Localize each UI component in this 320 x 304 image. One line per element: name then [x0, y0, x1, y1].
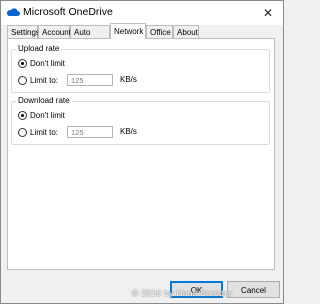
upload-rate-input[interactable]: 125 — [67, 74, 113, 86]
tab-auto-save[interactable]: Auto Save — [70, 25, 110, 50]
onedrive-cloud-icon — [6, 8, 20, 16]
cancel-button[interactable]: Cancel — [227, 281, 280, 298]
download-rate-unit: KB/s — [120, 127, 137, 136]
title-bar: Microsoft OneDrive ✕ — [1, 1, 283, 25]
network-tab-panel: Upload rate Don't limit Limit to: 125 KB… — [7, 38, 275, 270]
download-rate-group: Download rate Don't limit Limit to: 125 … — [11, 96, 270, 145]
download-rate-input[interactable]: 125 — [67, 126, 113, 138]
tab-network[interactable]: Network — [110, 23, 146, 39]
copyright-watermark: © 2016 by Hans Brender — [132, 288, 233, 298]
upload-rate-heading: Upload rate — [16, 44, 62, 53]
tab-settings[interactable]: Settings — [7, 25, 40, 38]
tab-about[interactable]: About — [173, 25, 199, 38]
download-rate-heading: Download rate — [16, 96, 72, 105]
upload-limit-to-radio[interactable] — [18, 75, 27, 85]
upload-limit-to-option[interactable]: Limit to: — [18, 73, 58, 87]
upload-limit-to-label: Limit to: — [30, 75, 59, 85]
download-dont-limit-label: Don't limit — [30, 110, 65, 120]
upload-dont-limit-option[interactable]: Don't limit — [18, 56, 65, 70]
dialog-button-bar: OK Cancel — [1, 271, 283, 303]
download-limit-to-option[interactable]: Limit to: — [18, 125, 58, 139]
download-dont-limit-option[interactable]: Don't limit — [18, 108, 65, 122]
onedrive-settings-window: Microsoft OneDrive ✕ Settings Account Au… — [0, 0, 284, 304]
upload-dont-limit-radio[interactable] — [18, 58, 27, 68]
upload-rate-unit: KB/s — [120, 75, 137, 84]
download-limit-to-label: Limit to: — [30, 127, 59, 137]
close-icon[interactable]: ✕ — [257, 3, 279, 23]
window-title: Microsoft OneDrive — [23, 6, 113, 18]
tab-account[interactable]: Account — [38, 25, 71, 38]
upload-rate-group: Upload rate Don't limit Limit to: 125 KB… — [11, 44, 270, 93]
tab-office[interactable]: Office — [146, 25, 173, 38]
download-limit-to-radio[interactable] — [18, 127, 27, 137]
upload-dont-limit-label: Don't limit — [30, 58, 65, 68]
download-dont-limit-radio[interactable] — [18, 110, 27, 120]
